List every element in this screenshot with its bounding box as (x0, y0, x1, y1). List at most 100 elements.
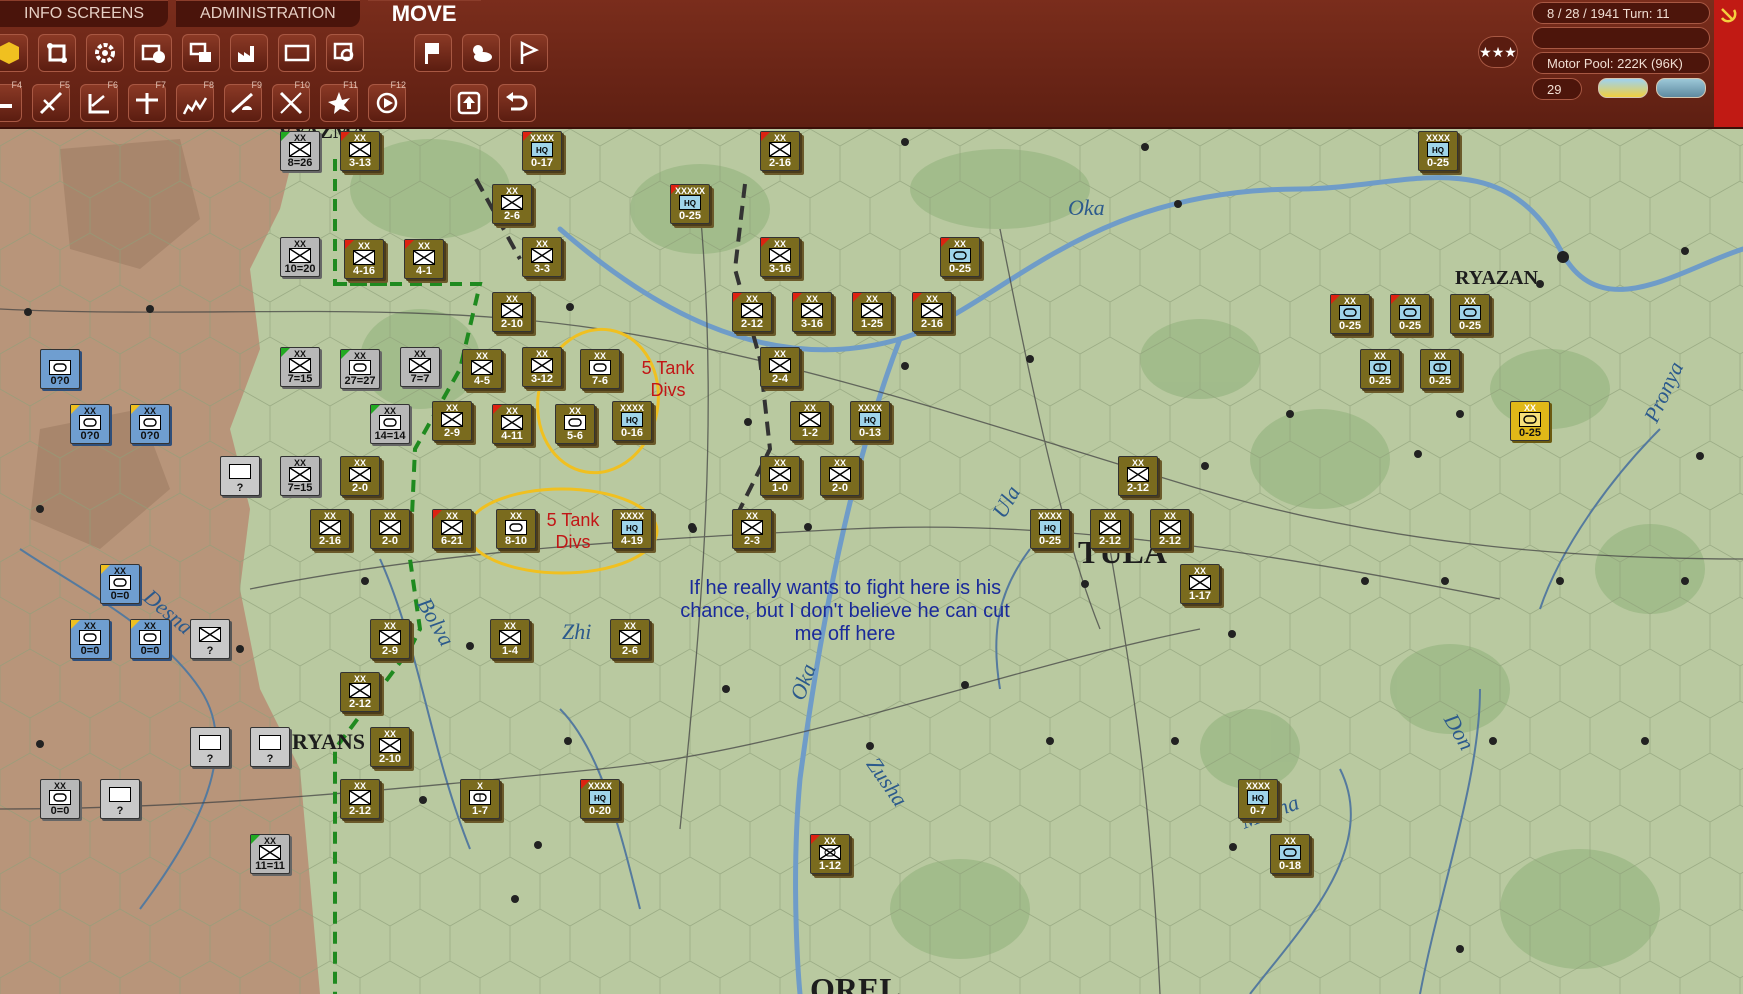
unit-counter[interactable]: XX 1-4 (490, 619, 530, 659)
unit-counter[interactable]: XX 2-0 (340, 456, 380, 496)
rank-button[interactable]: ★★★ (1478, 36, 1518, 68)
overlay-icon[interactable] (182, 34, 220, 72)
interdict-icon[interactable]: F10 (272, 80, 310, 122)
unit-counter[interactable]: XX 0-25 (1510, 401, 1550, 441)
unit-counter[interactable]: XX 8=26 (280, 131, 320, 171)
unit-counter[interactable]: XX 2-6 (610, 619, 650, 659)
unit-counter[interactable]: XX 3-12 (522, 347, 562, 387)
gear-icon[interactable] (86, 34, 124, 72)
pennant-icon[interactable] (510, 34, 548, 72)
unit-counter[interactable]: XX 0=0 (70, 619, 110, 659)
unit-counter[interactable]: XX 1-2 (790, 401, 830, 441)
unit-counter[interactable]: XX 2-10 (370, 727, 410, 767)
unit-counter[interactable]: XX 0?0 (70, 404, 110, 444)
unit-counter[interactable]: XX 3-16 (760, 237, 800, 277)
unit-counter[interactable]: XX 14=14 (370, 404, 410, 444)
unit-counter[interactable]: XXXX HQ 0-16 (612, 401, 652, 441)
unit-counter[interactable]: XX 2-16 (310, 509, 350, 549)
unit-counter[interactable]: XX 0=0 (130, 619, 170, 659)
unit-counter[interactable]: XX 11=11 (250, 834, 290, 874)
unit-counter[interactable]: ? (190, 619, 230, 659)
unit-counter[interactable]: X 1-7 (460, 779, 500, 819)
unit-counter[interactable]: XX 4-11 (492, 404, 532, 444)
unit-counter[interactable]: XXXX HQ 0-25 (1030, 509, 1070, 549)
unit-counter[interactable]: XXXXX HQ 0-25 (670, 184, 710, 224)
unit-counter[interactable]: XX 2-6 (492, 184, 532, 224)
unit-counter[interactable]: XX 2-9 (370, 619, 410, 659)
unit-counter[interactable]: XXXX HQ 0-13 (850, 401, 890, 441)
unit-counter[interactable]: XX 0-25 (1390, 294, 1430, 334)
unit-counter[interactable]: XX 1-12 (810, 834, 850, 874)
unit-counter[interactable]: ? (220, 456, 260, 496)
unit-counter[interactable]: ? (100, 779, 140, 819)
unit-counter[interactable]: XX 27=27 (340, 349, 380, 389)
unit-counter[interactable]: XX 10=20 (280, 237, 320, 277)
unit-counter[interactable]: XX 7=15 (280, 347, 320, 387)
undo-icon[interactable] (498, 84, 536, 122)
air-transfer-icon[interactable]: F6 (80, 80, 118, 122)
unit-counter[interactable]: XX 2-9 (432, 401, 472, 441)
unit-counter[interactable]: XX 2-16 (912, 292, 952, 332)
target-icon[interactable]: F12 (368, 80, 406, 122)
unit-counter[interactable]: XX 0-25 (940, 237, 980, 277)
unit-counter[interactable]: XX 8-10 (496, 509, 536, 549)
tab-info-screens[interactable]: INFO SCREENS (0, 0, 169, 27)
tab-administration[interactable]: ADMINISTRATION (176, 0, 360, 27)
frame-icon[interactable] (278, 34, 316, 72)
factory-icon[interactable] (230, 34, 268, 72)
unit-counter[interactable]: XX 2-10 (492, 292, 532, 332)
unit-counter[interactable]: XXXX HQ 0-7 (1238, 779, 1278, 819)
explosion-icon[interactable]: F11 (320, 80, 358, 122)
unit-counter[interactable]: XX 0-25 (1330, 294, 1370, 334)
unit-counter[interactable]: XX 1-17 (1180, 564, 1220, 604)
zoom-icon[interactable] (326, 34, 364, 72)
unit-counter[interactable]: XX 2-3 (732, 509, 772, 549)
unit-counter[interactable]: XX 1-0 (760, 456, 800, 496)
unit-counter[interactable]: XXXX HQ 4-19 (612, 509, 652, 549)
unit-counter[interactable]: XX 3-3 (522, 237, 562, 277)
unit-counter[interactable]: XX 3-13 (340, 131, 380, 171)
unit-counter[interactable]: 0?0 (40, 349, 80, 389)
unit-counter[interactable]: XXXX HQ 0-25 (1418, 131, 1458, 171)
upload-icon[interactable] (450, 84, 488, 122)
unit-counter[interactable]: ? (250, 727, 290, 767)
unit-counter[interactable]: XX 0-25 (1450, 294, 1490, 334)
unit-counter[interactable]: XXXX HQ 0-17 (522, 131, 562, 171)
unit-counter[interactable]: XX 2-16 (760, 131, 800, 171)
unit-counter[interactable]: XX 2-12 (1118, 456, 1158, 496)
paradrop-icon[interactable]: F9 (224, 80, 262, 122)
air-recon-icon[interactable]: F7 (128, 80, 166, 122)
unit-counter[interactable]: XX 7=15 (280, 456, 320, 496)
unit-counter[interactable]: XX 2-12 (340, 779, 380, 819)
supply-icon[interactable] (38, 34, 76, 72)
tab-move[interactable]: MOVE (367, 0, 481, 27)
unit-counter[interactable]: XX 4-16 (344, 239, 384, 279)
unit-counter[interactable]: XX 2-4 (760, 347, 800, 387)
unit-counter[interactable]: XX 5-6 (555, 404, 595, 444)
weather-icon[interactable] (462, 34, 500, 72)
unit-counter[interactable]: XX 2-12 (732, 292, 772, 332)
hex-icon[interactable] (0, 34, 28, 72)
air-strike-icon[interactable]: F5 (32, 80, 70, 122)
unit-counter[interactable]: XX 0-18 (1270, 834, 1310, 874)
unit-counter[interactable]: XX 0=0 (40, 779, 80, 819)
camera-icon[interactable] (134, 34, 172, 72)
unit-counter[interactable]: XX 2-12 (1090, 509, 1130, 549)
unit-counter[interactable]: XX 3-16 (792, 292, 832, 332)
map-view[interactable]: VYAZMA RYAZAN TULA RYANS OREL Oka Ula De… (0, 129, 1743, 994)
weather-indicator[interactable] (1598, 78, 1648, 98)
unit-counter[interactable]: ? (190, 727, 230, 767)
ground-icon[interactable]: F4 (0, 80, 22, 122)
unit-counter[interactable]: XX 7=7 (400, 347, 440, 387)
flag-icon[interactable] (414, 34, 452, 72)
unit-counter[interactable]: XX 4-1 (404, 239, 444, 279)
unit-counter[interactable]: XX 2-12 (1150, 509, 1190, 549)
unit-counter[interactable]: XX 2-0 (370, 509, 410, 549)
unit-counter[interactable]: XX 4-5 (462, 349, 502, 389)
unit-counter[interactable]: XX 2-12 (340, 672, 380, 712)
air-supply-icon[interactable]: F8 (176, 80, 214, 122)
unit-counter[interactable]: XXXX HQ 0-20 (580, 779, 620, 819)
unit-counter[interactable]: XX 0-25 (1360, 349, 1400, 389)
unit-counter[interactable]: XX 1-25 (852, 292, 892, 332)
unit-counter[interactable]: XX 7-6 (580, 349, 620, 389)
